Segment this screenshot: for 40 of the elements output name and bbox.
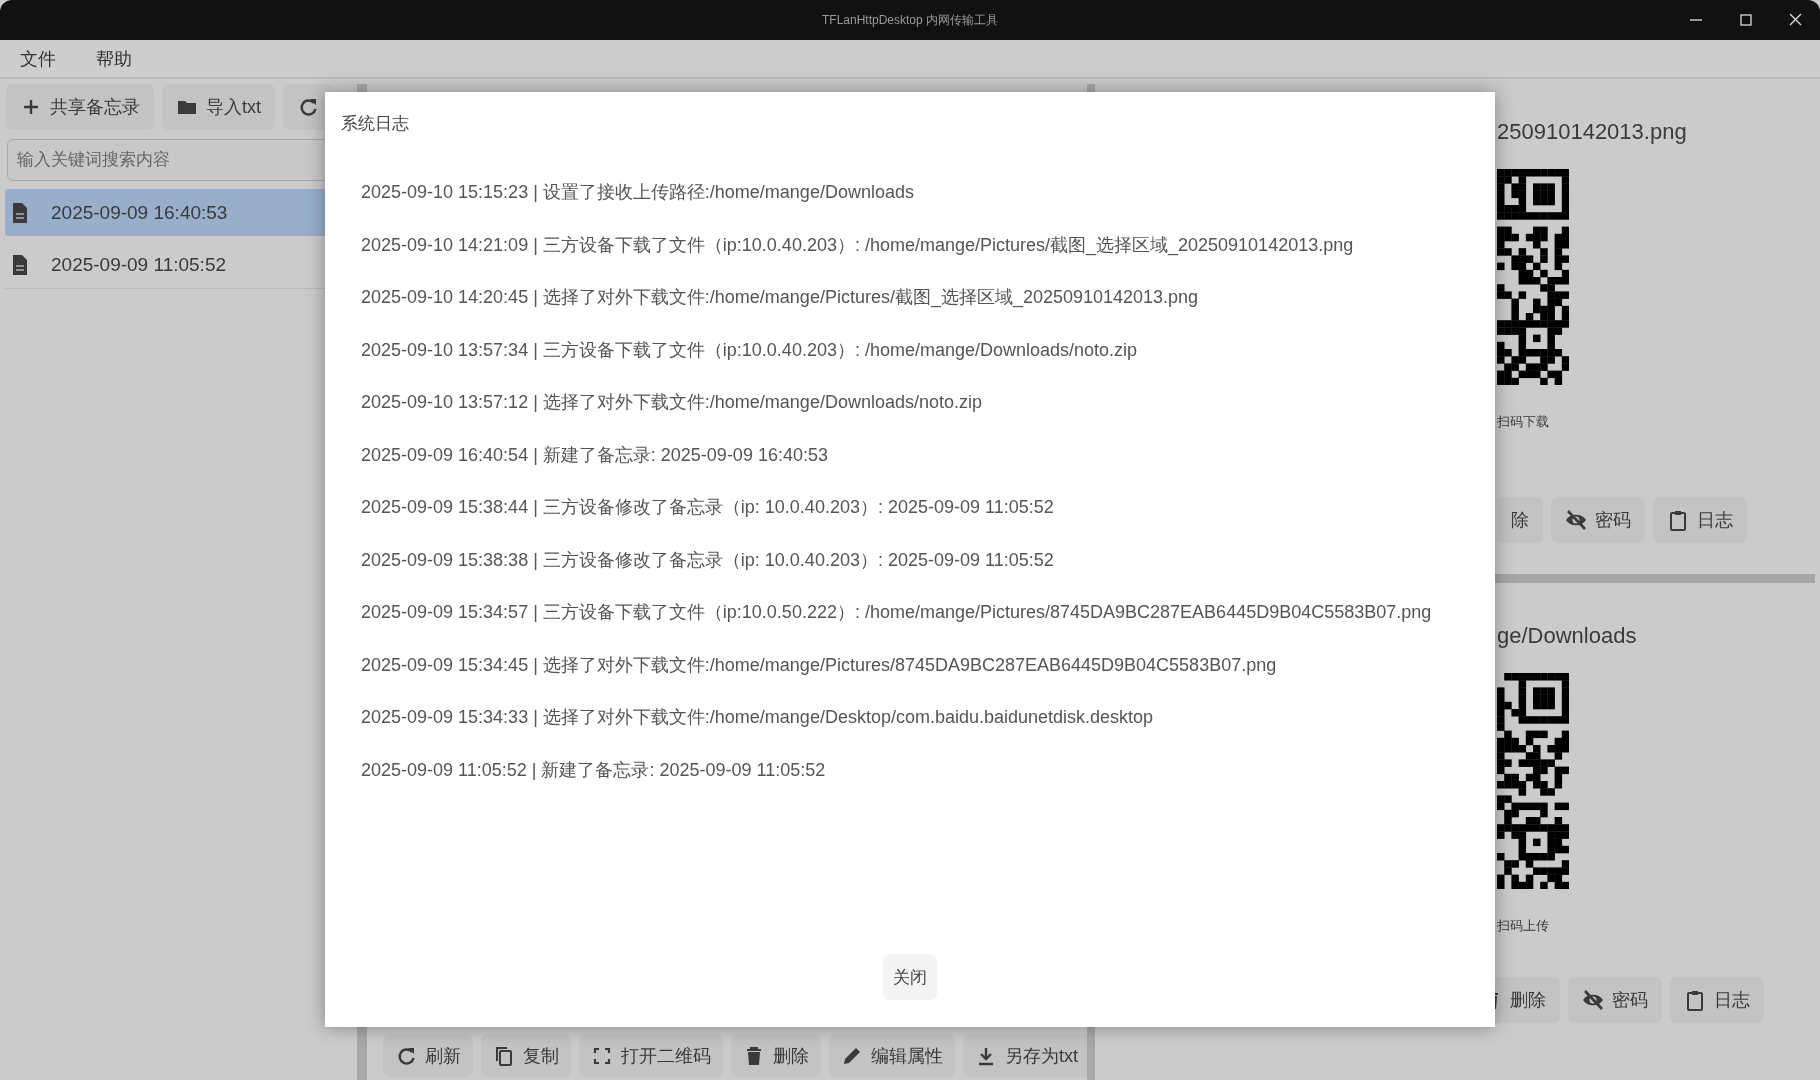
toolbar-button[interactable]: 密码 (1551, 497, 1645, 543)
file-path: ge/Downloads (1497, 623, 1638, 650)
close-button[interactable]: 关闭 (883, 954, 937, 1000)
toolbar-button[interactable]: 日志 (1653, 497, 1747, 543)
log-entry: 2025-09-09 11:05:52 | 新建了备忘录: 2025-09-09 11:05:52 (361, 758, 827, 782)
eye-slash-icon (1582, 989, 1604, 1011)
log-entry: 2025-09-10 14:21:09 | 三方设备下载了文件（ip:10.0.40.203）: /home/mange/Pictures/截图_选择区域_20250910142013.png (361, 233, 1355, 258)
log-entry: 2025-09-10 13:57:12 | 选择了对外下载文件:/home/mange/Downloads/noto.zip (361, 391, 983, 414)
toolbar-button[interactable]: 另存为txt (963, 1034, 1090, 1077)
clipboard-icon (1684, 989, 1706, 1011)
qr-caption: 扫码下载 (1497, 413, 1550, 431)
clipboard-icon (1667, 509, 1689, 531)
log-entry: 2025-09-09 16:40:54 | 新建了备忘录: 2025-09-09 16:40:53 (361, 443, 829, 467)
log-entry: 2025-09-09 15:38:38 | 三方设备修改了备忘录（ip: 10.0.40.203）: 2025-09-09 11:05:52 (361, 548, 1055, 572)
toolbar-button[interactable]: 复制 (481, 1034, 571, 1077)
toolbar-button[interactable]: 删除 (731, 1034, 821, 1077)
qr-caption: 扫码上传 (1497, 917, 1550, 935)
toolbar-button[interactable]: 除 (1497, 497, 1543, 543)
splitter-handle[interactable] (1495, 574, 1815, 583)
menu-item[interactable]: 帮助 (90, 44, 138, 73)
toolbar-button[interactable]: 编辑属性 (829, 1034, 955, 1077)
toolbar-button[interactable]: 日志 (1670, 977, 1764, 1023)
toolbar-button[interactable]: 导入txt (162, 84, 275, 130)
file-path: 250910142013.png (1497, 119, 1688, 146)
log-entry: 2025-09-10 14:20:45 | 选择了对外下载文件:/home/mange/Pictures/截图_选择区域_20250910142013.png (361, 286, 1200, 310)
copy-icon (493, 1044, 515, 1067)
log-entry: 2025-09-09 15:34:33 | 选择了对外下载文件:/home/mange/Desktop/com.baidu.baidunetdisk.desktop (361, 706, 1155, 729)
toolbar-button[interactable]: 打开二维码 (579, 1034, 723, 1077)
log-entry: 2025-09-09 15:34:57 | 三方设备下载了文件（ip:10.0.50.222）: /home/mange/Pictures/8745DA9BC287EAB6445D9B04C5583B07.png (361, 601, 1433, 624)
window-title: TFLanHttpDesktop 内网传输工具 (821, 11, 998, 29)
dialog-title: 系统日志 (341, 113, 410, 135)
toolbar-button[interactable]: 密码 (1568, 977, 1662, 1023)
log-entry: 2025-09-09 15:34:45 | 选择了对外下载文件:/home/mange/Pictures/8745DA9BC287EAB6445D9B04C5583B07.png (361, 653, 1278, 677)
eye-slash-icon (1565, 509, 1587, 531)
menu-item[interactable]: 文件 (14, 44, 62, 73)
toolbar-button[interactable]: 共享备忘录 (6, 84, 154, 130)
log-entry: 2025-09-10 13:57:34 | 三方设备下载了文件（ip:10.0.40.203）: /home/mange/Downloads/noto.zip (361, 338, 1139, 362)
log-entry: 2025-09-10 15:15:23 | 设置了接收上传路径:/home/mange/Downloads (361, 181, 915, 204)
toolbar-button[interactable]: 刷新 (383, 1034, 473, 1077)
log-entry: 2025-09-09 15:38:44 | 三方设备修改了备忘录（ip: 10.0.40.203）: 2025-09-09 11:05:52 (361, 496, 1055, 519)
